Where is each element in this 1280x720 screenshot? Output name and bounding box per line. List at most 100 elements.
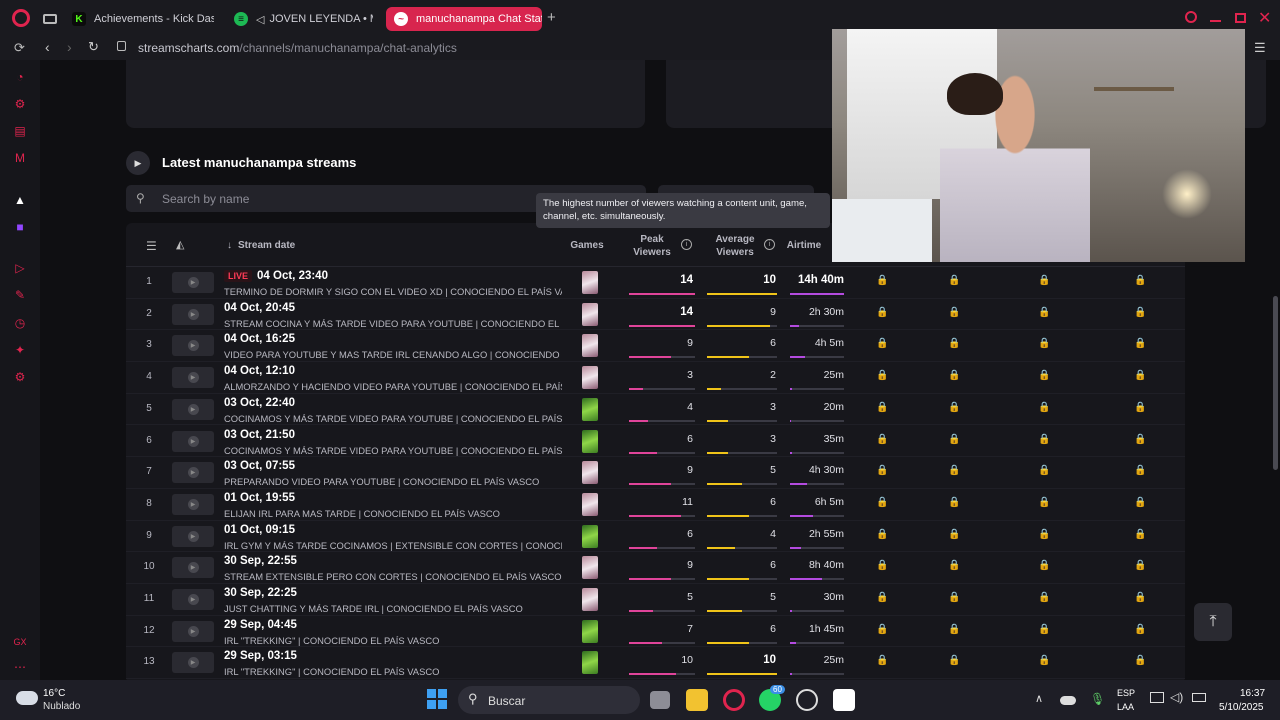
stream-title[interactable]: VIDEO PARA YOUTUBE Y MAS TARDE IRL CENAN… (224, 349, 562, 360)
locked-metric-icon[interactable]: 🔒 (1038, 465, 1050, 478)
obs-icon[interactable] (796, 689, 818, 711)
taskbar-search[interactable]: ⚲ Buscar (458, 686, 640, 714)
lock-icon[interactable] (117, 41, 126, 51)
stream-date[interactable]: 04 Oct, 12:10 (224, 365, 295, 377)
table-row[interactable]: 4 ▶ 04 Oct, 12:10 ALMORZANDO Y HACIENDO VID… (126, 362, 1185, 394)
task-view-icon[interactable] (650, 691, 670, 709)
locked-metric-icon[interactable]: 🔒 (948, 275, 960, 288)
url-field[interactable]: streamscharts.com/channels/manuchanampa/… (138, 41, 457, 55)
weather-desc[interactable]: Nublado (43, 701, 80, 712)
header-games[interactable]: Games (566, 239, 608, 252)
locked-metric-icon[interactable]: 🔒 (948, 402, 960, 415)
battery-icon[interactable] (1192, 693, 1206, 702)
header-peak-viewers[interactable]: Peak Viewers (631, 233, 673, 259)
locked-metric-icon[interactable]: 🔒 (1134, 560, 1146, 573)
table-row[interactable]: 13 ▶ 29 Sep, 03:15 IRL "TREKKING" | CONOCIE… (126, 647, 1185, 680)
back-icon[interactable]: ‹ (45, 39, 50, 55)
game-cover-icon[interactable] (582, 334, 598, 358)
stream-date[interactable]: 29 Sep, 04:45 (224, 619, 297, 631)
sync-icon[interactable]: ⟳ (14, 40, 25, 56)
locked-metric-icon[interactable]: 🔒 (948, 529, 960, 542)
kick-sidebar-icon[interactable]: ▲ (13, 193, 27, 207)
game-cover-icon[interactable] (582, 492, 598, 516)
game-cover-icon[interactable] (582, 588, 598, 611)
locked-metric-icon[interactable]: 🔒 (876, 275, 888, 288)
locked-metric-icon[interactable]: 🔒 (876, 338, 888, 351)
locked-metric-icon[interactable]: 🔒 (876, 370, 888, 383)
game-cover-icon[interactable] (582, 651, 598, 675)
locked-metric-icon[interactable]: 🔒 (876, 624, 888, 637)
locked-metric-icon[interactable]: 🔒 (1134, 497, 1146, 510)
header-average-viewers[interactable]: Average Viewers (708, 233, 762, 259)
new-tab-button[interactable]: + (547, 9, 556, 26)
extensions-icon[interactable]: ✦ (13, 343, 27, 357)
table-row[interactable]: 3 ▶ 04 Oct, 16:25 VIDEO PARA YOUTUBE Y MAS … (126, 330, 1185, 363)
tab-islands-icon[interactable] (43, 14, 57, 24)
windows-start-icon[interactable] (427, 689, 447, 709)
stream-date[interactable]: 29 Sep, 03:15 (224, 650, 297, 662)
clock-date[interactable]: 5/10/2025 (1219, 702, 1264, 713)
header-stream-date[interactable]: ↓ Stream date (227, 239, 295, 252)
more-icon[interactable]: ⋯ (13, 660, 27, 674)
history-icon[interactable]: ◷ (13, 316, 27, 330)
locked-metric-icon[interactable]: 🔒 (948, 624, 960, 637)
locked-metric-icon[interactable]: 🔒 (948, 560, 960, 573)
locked-metric-icon[interactable]: 🔒 (1134, 465, 1146, 478)
clock-time[interactable]: 16:37 (1240, 688, 1265, 699)
chatgpt-icon[interactable]: ⚙ (13, 97, 27, 111)
page-scrollbar[interactable] (1273, 296, 1278, 470)
table-row[interactable]: 12 ▶ 29 Sep, 04:45 IRL "TREKKING" | CONOCIE… (126, 616, 1185, 648)
menu-icon[interactable]: ☰ (1254, 40, 1266, 56)
table-row[interactable]: 11 ▶ 30 Sep, 22:25 JUST CHATTING Y MÁS TARD… (126, 584, 1185, 616)
locked-metric-icon[interactable]: 🔒 (1038, 402, 1050, 415)
locked-metric-icon[interactable]: 🔒 (1134, 338, 1146, 351)
locked-metric-icon[interactable]: 🔒 (1038, 497, 1050, 510)
locked-metric-icon[interactable]: 🔒 (1134, 402, 1146, 415)
locked-metric-icon[interactable]: 🔒 (1134, 529, 1146, 542)
stream-date[interactable]: LIVE 04 Oct, 23:40 (224, 270, 328, 282)
locked-metric-icon[interactable]: 🔒 (948, 592, 960, 605)
stream-title[interactable]: COCINAMOS Y MÁS TARDE VIDEO PARA YOUTUBE… (224, 413, 562, 424)
stream-title[interactable]: ELIJAN IRL PARA MAS TARDE | CONOCIENDO E… (224, 508, 562, 519)
peak-info-icon[interactable]: i (681, 239, 692, 250)
table-row[interactable]: 10 ▶ 30 Sep, 22:55 STREAM EXTENSIBLE PERO C… (126, 552, 1185, 584)
capcut-icon[interactable] (833, 689, 855, 711)
file-explorer-icon[interactable] (686, 689, 708, 711)
stream-thumbnail[interactable]: ▶ (172, 272, 214, 293)
table-row[interactable]: 6 ▶ 03 Oct, 21:50 COCINAMOS Y MÁS TARDE VID… (126, 426, 1185, 458)
locked-metric-icon[interactable]: 🔒 (1038, 434, 1050, 447)
locked-metric-icon[interactable]: 🔒 (1038, 624, 1050, 637)
stream-title[interactable]: ALMORZANDO Y HACIENDO VIDEO PARA YOUTUBE… (224, 381, 562, 392)
locked-metric-icon[interactable]: 🔒 (876, 434, 888, 447)
opera-logo-icon[interactable] (12, 9, 30, 27)
stream-thumbnail[interactable]: ▶ (172, 335, 214, 357)
stream-date[interactable]: 03 Oct, 22:40 (224, 397, 295, 409)
locked-metric-icon[interactable]: 🔒 (1134, 434, 1146, 447)
locked-metric-icon[interactable]: 🔒 (1038, 655, 1050, 668)
gx-icon[interactable]: GX (13, 635, 27, 649)
locked-metric-icon[interactable]: 🔒 (876, 560, 888, 573)
stream-date[interactable]: 03 Oct, 21:50 (224, 429, 295, 441)
table-row[interactable]: 7 ▶ 03 Oct, 07:55 PREPARANDO VIDEO PARA YOU… (126, 457, 1185, 489)
stream-thumbnail[interactable]: ▶ (172, 462, 214, 484)
stream-title[interactable]: COCINAMOS Y MÁS TARDE VIDEO PARA YOUTUBE… (224, 445, 562, 456)
microphone-icon[interactable]: 🎙 (1090, 692, 1105, 706)
stream-title[interactable]: JUST CHATTING Y MÁS TARDE IRL | CONOCIEN… (224, 603, 562, 614)
locked-metric-icon[interactable]: 🔒 (876, 592, 888, 605)
locked-metric-icon[interactable]: 🔒 (948, 655, 960, 668)
stream-thumbnail[interactable]: ▶ (172, 493, 214, 515)
locked-metric-icon[interactable]: 🔒 (948, 338, 960, 351)
locked-metric-icon[interactable]: 🔒 (876, 497, 888, 510)
stream-date[interactable]: 30 Sep, 22:25 (224, 587, 297, 599)
locked-metric-icon[interactable]: 🔒 (1134, 592, 1146, 605)
mute-icon[interactable]: ◁ (256, 13, 264, 26)
stream-thumbnail[interactable]: ▶ (172, 589, 214, 610)
stream-thumbnail[interactable]: ▶ (172, 652, 214, 674)
table-row[interactable]: 8 ▶ 01 Oct, 19:55 ELIJAN IRL PARA MAS TARDE… (126, 489, 1185, 521)
locked-metric-icon[interactable]: 🔒 (1134, 370, 1146, 383)
tab-streamscharts[interactable]: ~ manuchanampa Chat Stat (386, 7, 542, 31)
stream-thumbnail[interactable]: ▶ (172, 367, 214, 389)
locked-metric-icon[interactable]: 🔒 (1038, 560, 1050, 573)
search-tabs-icon[interactable] (1185, 11, 1197, 23)
tab-kick[interactable]: K Achievements - Kick Dash (64, 7, 216, 31)
